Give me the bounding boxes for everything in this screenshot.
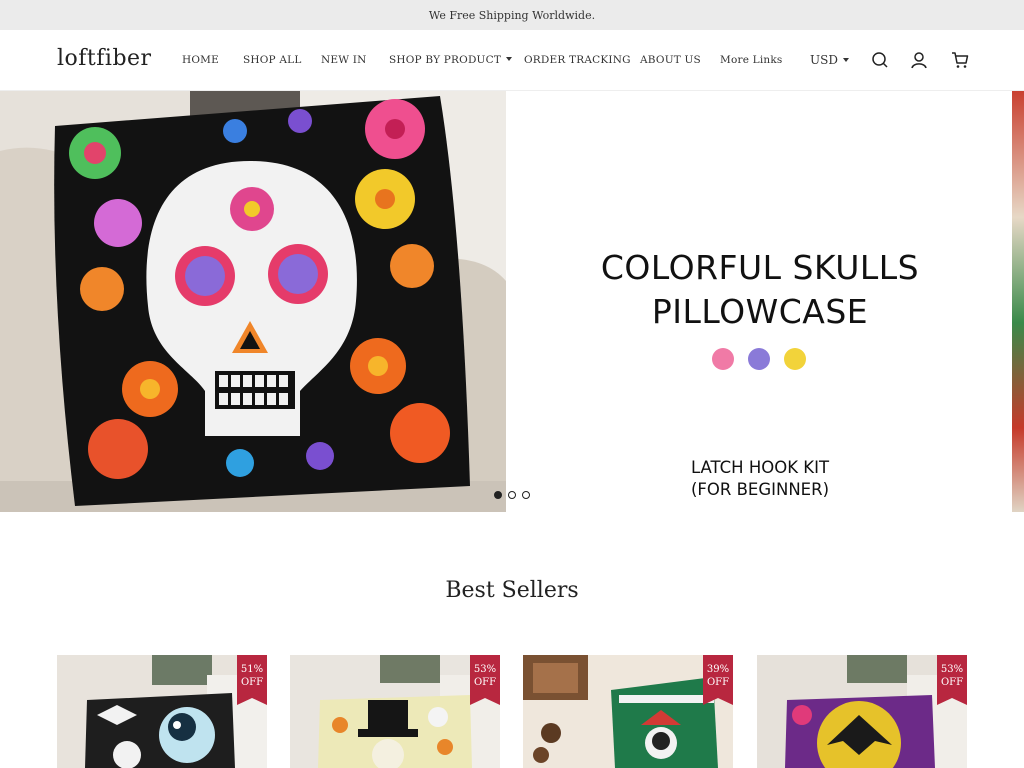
best-sellers-title: Best Sellers [445,578,579,603]
hero-title-line1: COLORFUL SKULLS [600,248,920,287]
product-card[interactable]: 53% OFF [290,655,500,768]
hero-subtitle: LATCH HOOK KIT (FOR BEGINNER) [640,457,880,501]
hero-slider[interactable]: COLORFUL SKULLS PILLOWCASE LATCH HOOK KI… [0,91,1024,512]
color-swatch [748,348,770,370]
discount-off-label: OFF [473,677,497,688]
hero-title: COLORFUL SKULLS PILLOWCASE [560,246,960,334]
discount-badge: 51% OFF [237,655,267,705]
chevron-down-icon [842,58,849,62]
currency-label: USD [810,53,838,67]
product-image [290,655,500,768]
currency-selector[interactable]: USD [810,53,849,67]
chevron-down-icon [506,57,513,61]
nav-order-tracking[interactable]: ORDER TRACKING [524,54,631,66]
discount-off-label: OFF [240,677,264,688]
slider-dot[interactable] [494,491,502,499]
color-swatches [712,348,806,370]
logo[interactable]: loftfiber [57,46,152,71]
announcement-text: We Free Shipping Worldwide. [428,8,596,22]
discount-percent: 53% [940,664,964,675]
user-icon[interactable] [909,50,929,70]
discount-off-label: OFF [940,677,964,688]
product-image [57,655,267,768]
nav-new-in[interactable]: NEW IN [321,54,367,66]
product-image [523,655,733,768]
nav-home[interactable]: HOME [182,54,219,66]
discount-badge: 53% OFF [937,655,967,705]
cart-icon[interactable] [950,50,970,70]
announcement-bar: We Free Shipping Worldwide. [0,0,1024,30]
discount-percent: 53% [473,664,497,675]
search-icon[interactable] [870,50,890,70]
product-card[interactable]: 51% OFF [57,655,267,768]
hero-subtitle-line1: LATCH HOOK KIT [690,458,830,477]
color-swatch [784,348,806,370]
hero-image [0,91,506,512]
slider-pagination [494,491,530,499]
slider-dot[interactable] [522,491,530,499]
discount-badge: 53% OFF [470,655,500,705]
color-swatch [712,348,734,370]
discount-badge: 39% OFF [703,655,733,705]
product-image [757,655,967,768]
nav-shop-all[interactable]: SHOP ALL [243,54,302,66]
slider-dot[interactable] [508,491,516,499]
discount-percent: 51% [240,664,264,675]
next-slide-peek [1012,91,1024,512]
nav-about-us[interactable]: ABOUT US [640,54,701,66]
discount-off-label: OFF [706,677,730,688]
nav-shop-by-product[interactable]: SHOP BY PRODUCT [389,54,513,66]
product-card[interactable]: 39% OFF [523,655,733,768]
hero-title-line2: PILLOWCASE [651,292,869,331]
nav-more-links[interactable]: More Links [720,54,783,66]
discount-percent: 39% [706,664,730,675]
product-card[interactable]: 53% OFF [757,655,967,768]
hero-subtitle-line2: (FOR BEGINNER) [690,480,830,499]
site-header: loftfiber HOME SHOP ALL NEW IN SHOP BY P… [0,30,1024,91]
nav-shop-by-product-label: SHOP BY PRODUCT [389,54,502,66]
